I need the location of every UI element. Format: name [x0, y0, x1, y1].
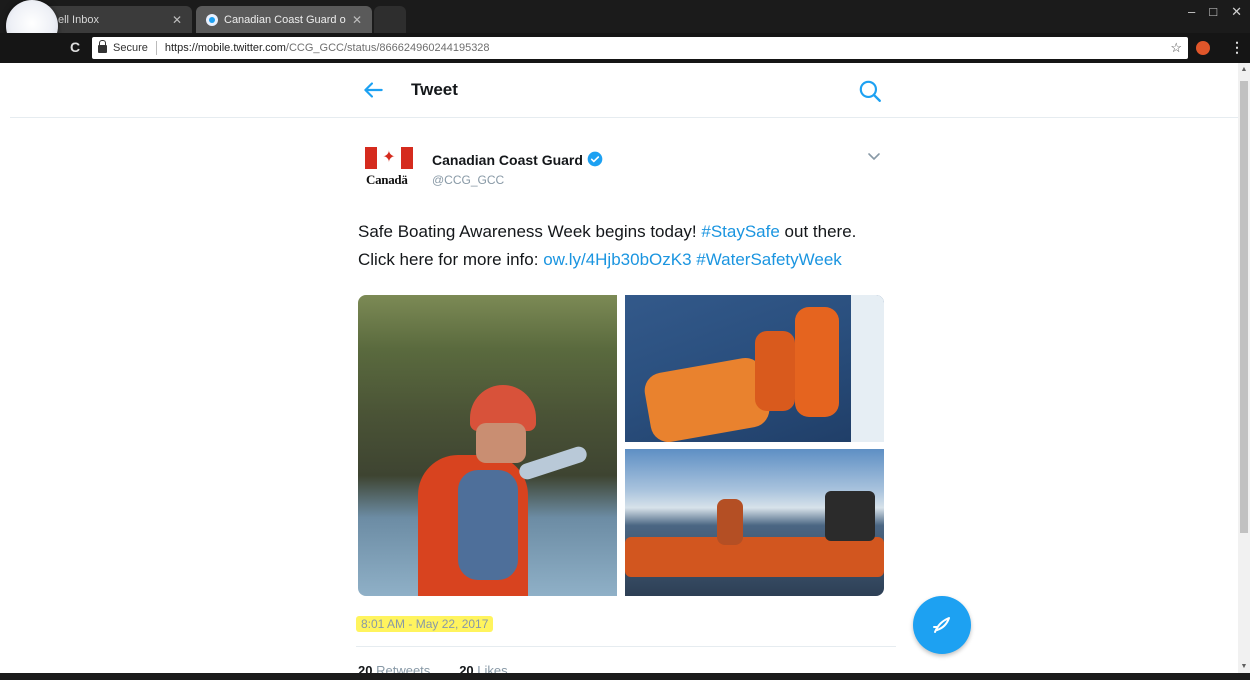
likes-label[interactable]: Likes — [477, 663, 507, 673]
likes-count[interactable]: 20 — [459, 663, 473, 673]
search-icon[interactable] — [857, 78, 883, 104]
secure-label: Secure — [113, 42, 148, 54]
photo-crew-member-pointing[interactable] — [358, 295, 617, 596]
retweets-label[interactable]: Retweets — [376, 663, 430, 673]
tweet-timestamp[interactable]: 8:01 AM - May 22, 2017 — [356, 616, 494, 632]
chevron-down-icon[interactable] — [866, 151, 882, 163]
tab-close-icon[interactable]: ✕ — [352, 13, 362, 27]
short-url-link[interactable]: ow.ly/4Hjb30bOzK3 — [543, 250, 691, 269]
browser-bottom-edge — [0, 673, 1250, 680]
canada-flag-icon: ✦ — [365, 147, 413, 169]
reload-icon[interactable]: C — [70, 39, 80, 55]
canada-wordmark: Canadä — [366, 172, 408, 187]
tab-close-icon[interactable]: ✕ — [172, 13, 182, 27]
window-controls: – □ ✕ — [1188, 4, 1242, 20]
tweet-text-part: Click here for more info: — [358, 250, 544, 269]
verified-badge-icon — [587, 151, 603, 167]
browser-tab-strip: ell Inbox ✕ Canadian Coast Guard o ✕ – □… — [0, 0, 1250, 33]
minimize-icon[interactable]: – — [1188, 4, 1195, 20]
tweet-page: Tweet ✦ Canadä Canadian Coast Guard @CCG… — [10, 63, 1238, 673]
tweet-text-part: Safe Boating Awareness Week begins today… — [358, 222, 702, 241]
extension-icon[interactable] — [1196, 41, 1210, 55]
close-window-icon[interactable]: ✕ — [1231, 4, 1242, 20]
feather-compose-icon — [933, 617, 950, 633]
hashtag-staysafe-link[interactable]: #StaySafe — [701, 222, 779, 241]
tab-inbox[interactable]: ell Inbox ✕ — [40, 6, 192, 33]
scroll-down-icon[interactable]: ▼ — [1240, 663, 1248, 670]
scroll-up-icon[interactable]: ▲ — [1240, 66, 1248, 73]
maximize-icon[interactable]: □ — [1209, 4, 1217, 20]
tab-inbox-label: ell Inbox — [58, 13, 99, 26]
retweets-count[interactable]: 20 — [358, 663, 372, 673]
tab-canadian-coast-guard[interactable]: Canadian Coast Guard o ✕ — [196, 6, 372, 33]
address-bar[interactable]: Secure https://mobile.twitter.com /CCG_G… — [92, 37, 1188, 59]
url-host: https://mobile.twitter.com — [164, 42, 286, 54]
url-path: /CCG_GCC/status/866624960244195328 — [285, 42, 490, 54]
bookmark-star-icon[interactable]: ☆ — [1170, 40, 1182, 56]
photo-liferaft-deployment[interactable] — [625, 295, 884, 442]
twitter-favicon-icon — [206, 13, 218, 26]
lock-icon — [98, 40, 107, 53]
browser-menu-icon[interactable]: ⋮ — [1230, 39, 1244, 56]
scroll-thumb[interactable] — [1240, 81, 1248, 533]
page-title: Tweet — [411, 80, 458, 99]
address-separator — [155, 41, 157, 55]
photo-rescue-boat[interactable] — [625, 449, 884, 596]
page-scrollbar[interactable]: ▲ ▼ — [1238, 63, 1250, 673]
tweet-text-part: out there. — [779, 222, 857, 241]
tweet-stats: 20 Retweets 20 Likes — [358, 663, 508, 673]
new-tab-button[interactable] — [374, 6, 406, 33]
tab-twitter-label: Canadian Coast Guard o — [224, 13, 346, 26]
compose-tweet-button[interactable] — [913, 596, 971, 654]
arrow-left-icon[interactable] — [360, 77, 386, 103]
tweet-media-grid — [358, 295, 884, 596]
browser-toolbar: C Secure https://mobile.twitter.com /CCG… — [0, 33, 1250, 63]
user-handle[interactable]: @CCG_GCC — [432, 173, 504, 187]
avatar[interactable]: ✦ Canadä — [362, 145, 416, 193]
hashtag-watersafetyweek-link[interactable]: #WaterSafetyWeek — [696, 250, 842, 269]
display-name[interactable]: Canadian Coast Guard — [432, 152, 583, 168]
page-header: Tweet — [10, 63, 1238, 118]
tweet-text: Safe Boating Awareness Week begins today… — [358, 218, 898, 274]
stats-divider — [356, 646, 896, 647]
